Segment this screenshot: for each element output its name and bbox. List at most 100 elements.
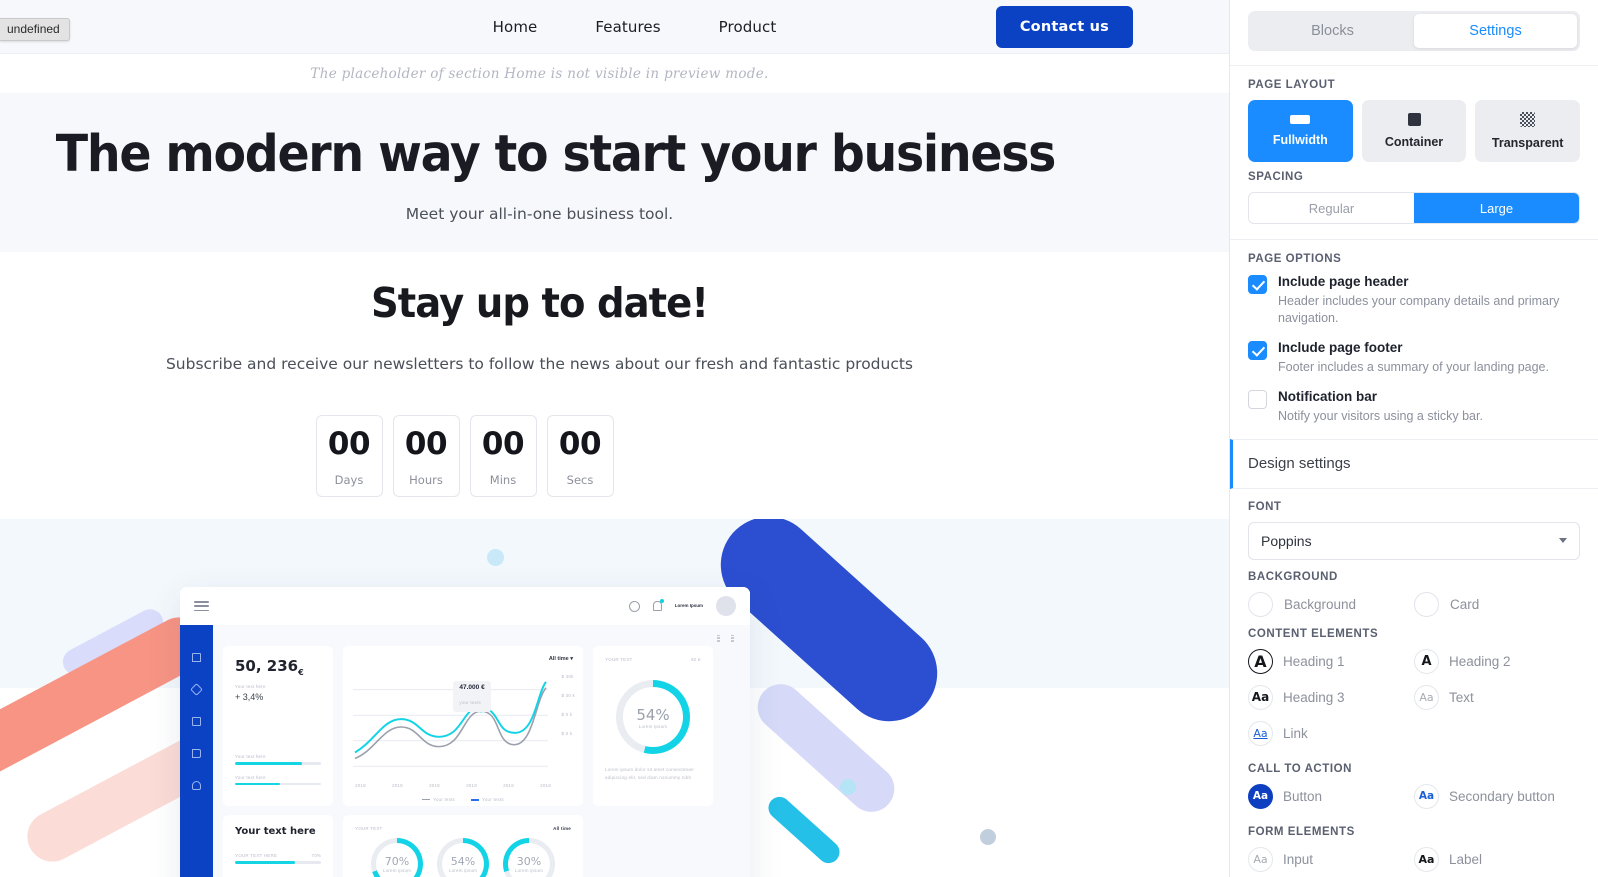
content-element-heading-3[interactable]: Aa Heading 3 <box>1248 684 1414 710</box>
newsletter-section: Stay up to date! Subscribe and receive o… <box>0 252 1229 520</box>
heading-1-label: Heading 1 <box>1283 653 1345 669</box>
layout-option-transparent-label: Transparent <box>1491 136 1564 150</box>
mockup-topbar-actions: Lorem Ipsum <box>628 596 736 617</box>
donuts-card: YOUR TEXT All time 70% Lorem ipsum 54% L… <box>343 815 583 877</box>
secondary-button-icon[interactable]: Aa <box>1414 783 1439 809</box>
mockup-user-name: Lorem Ipsum <box>674 602 703 608</box>
background-option-background[interactable]: Background <box>1248 591 1414 617</box>
tab-blocks[interactable]: Blocks <box>1251 14 1414 48</box>
button-label: Button <box>1283 788 1323 804</box>
hamburger-icon <box>194 599 209 614</box>
cta-secondary-button[interactable]: Aa Secondary button <box>1414 783 1580 809</box>
illustration-section: Lorem Ipsum 50, 236€ Your text here + 3,… <box>0 519 1229 877</box>
notification-bar-description: Notify your visitors using a sticky bar. <box>1278 408 1483 423</box>
countdown-days-value: 00 <box>327 425 371 462</box>
chart-legend-item: Your texts <box>482 797 504 803</box>
form-element-label[interactable]: Aa Label <box>1414 846 1580 872</box>
heading-3-icon[interactable]: Aa <box>1248 684 1273 710</box>
donut-chart: 54% Lorem Ipsum <box>616 680 690 755</box>
include-page-footer-title: Include page footer <box>1278 339 1403 355</box>
panel-tabs: Blocks Settings <box>1248 11 1580 51</box>
background-section: BACKGROUND Background Card <box>1230 560 1598 617</box>
kpi-bar1-label: Your text here <box>235 754 266 760</box>
background-color-swatch[interactable] <box>1248 591 1273 617</box>
nav-item-product[interactable]: Product <box>719 18 777 36</box>
chart-x-tick: 2018 <box>503 783 514 789</box>
contact-us-button[interactable]: Contact us <box>995 6 1133 48</box>
background-option-background-label: Background <box>1284 596 1357 612</box>
countdown-secs-label: Secs <box>566 472 594 487</box>
donut-small-center: 70% Lorem ipsum <box>376 843 418 877</box>
content-element-link[interactable]: Aa Link <box>1248 720 1414 746</box>
settings-panel: Blocks Settings PAGE LAYOUT Fullwidth Co… <box>1229 0 1598 877</box>
font-section: FONT Poppins <box>1230 489 1598 560</box>
checkbox-include-page-footer[interactable] <box>1248 340 1267 360</box>
nav-item-features[interactable]: Features <box>595 18 660 36</box>
donut-small-value: 54% <box>450 855 476 869</box>
page-layout-label: PAGE LAYOUT <box>1248 79 1336 91</box>
layout-option-transparent[interactable]: Transparent <box>1475 100 1581 162</box>
content-element-text[interactable]: Aa Text <box>1414 684 1580 710</box>
donut-small-center: 30% Lorem ipsum <box>508 843 550 877</box>
include-page-header-description: Header includes your company details and… <box>1278 294 1560 325</box>
heading-1-icon[interactable]: A <box>1248 648 1273 674</box>
button-icon[interactable]: Aa <box>1248 783 1273 809</box>
decor-dot-pale-top <box>487 549 504 567</box>
background-option-card-label: Card <box>1450 596 1480 612</box>
chart-y-tick: $ 30 k <box>561 693 575 699</box>
background-option-card[interactable]: Card <box>1414 591 1580 617</box>
layout-option-fullwidth[interactable]: Fullwidth <box>1248 100 1353 162</box>
decor-dot-cyan <box>840 779 856 796</box>
chart-y-tick: $ 0 k <box>561 712 573 718</box>
layout-option-fullwidth-label: Fullwidth <box>1272 133 1328 147</box>
decor-dot-grey <box>980 829 996 846</box>
cta-button[interactable]: Aa Button <box>1248 783 1414 809</box>
form-elements-label: FORM ELEMENTS <box>1248 825 1355 838</box>
home-icon <box>192 653 201 663</box>
transparent-icon <box>1520 112 1536 127</box>
nav-item-home[interactable]: Home <box>493 18 538 36</box>
label-label: Label <box>1449 851 1483 867</box>
chart-tooltip-value: 47.000 € <box>459 684 485 692</box>
content-elements-row-2: Aa Heading 3 Aa Text <box>1248 684 1580 710</box>
star-icon <box>190 683 203 696</box>
donut-small-center: 54% Lorem ipsum <box>442 843 484 877</box>
spacing-option-regular[interactable]: Regular <box>1249 193 1414 223</box>
hero-subtitle: Meet your all-in-one business tool. <box>405 205 674 224</box>
checkbox-include-page-header[interactable] <box>1248 275 1267 294</box>
donut-small: 54% Lorem ipsum <box>437 838 489 877</box>
input-icon[interactable]: Aa <box>1248 846 1273 872</box>
checkbox-notification-bar[interactable] <box>1248 389 1267 409</box>
design-settings-row[interactable]: Design settings <box>1230 438 1598 489</box>
user-icon <box>192 781 201 791</box>
hero-title: The modern way to start your business <box>55 125 1057 184</box>
call-to-action-label: CALL TO ACTION <box>1248 762 1352 775</box>
donut-body-text: Lorem ipsum dolor sit amet consectetuer … <box>605 767 695 781</box>
link-icon[interactable]: Aa <box>1248 720 1273 746</box>
countdown-hours-label: Hours <box>409 472 443 487</box>
folder-icon <box>192 749 201 759</box>
form-element-input[interactable]: Aa Input <box>1248 846 1414 872</box>
content-element-heading-1[interactable]: A Heading 1 <box>1248 648 1414 674</box>
page-layout-section: PAGE LAYOUT Fullwidth Container Transpar… <box>1230 66 1598 162</box>
heading-2-icon[interactable]: A <box>1414 648 1439 674</box>
countdown-hours-value: 00 <box>404 425 448 462</box>
card-color-swatch[interactable] <box>1414 591 1439 617</box>
chart-legend-item: Your texts <box>433 797 455 803</box>
fullwidth-icon <box>1290 115 1311 124</box>
text-label: Text <box>1449 689 1474 705</box>
bell-icon <box>652 599 664 612</box>
layout-option-container[interactable]: Container <box>1361 100 1467 162</box>
page-layout-options: Fullwidth Container Transparent <box>1248 100 1581 162</box>
content-element-heading-2[interactable]: A Heading 2 <box>1414 648 1580 674</box>
spacing-option-large[interactable]: Large <box>1414 193 1579 223</box>
label-icon[interactable]: Aa <box>1414 846 1439 872</box>
text-icon[interactable]: Aa <box>1414 684 1439 710</box>
donuts-card-caption: YOUR TEXT <box>355 826 383 832</box>
text-card-progress <box>235 861 321 864</box>
font-select[interactable]: Poppins <box>1248 521 1580 560</box>
heading-2-label: Heading 2 <box>1449 653 1511 669</box>
site-header: Home Features Product Contact us <box>0 0 1229 54</box>
tab-settings[interactable]: Settings <box>1414 14 1577 48</box>
call-to-action-section: CALL TO ACTION Aa Button Aa Secondary bu… <box>1230 757 1598 809</box>
